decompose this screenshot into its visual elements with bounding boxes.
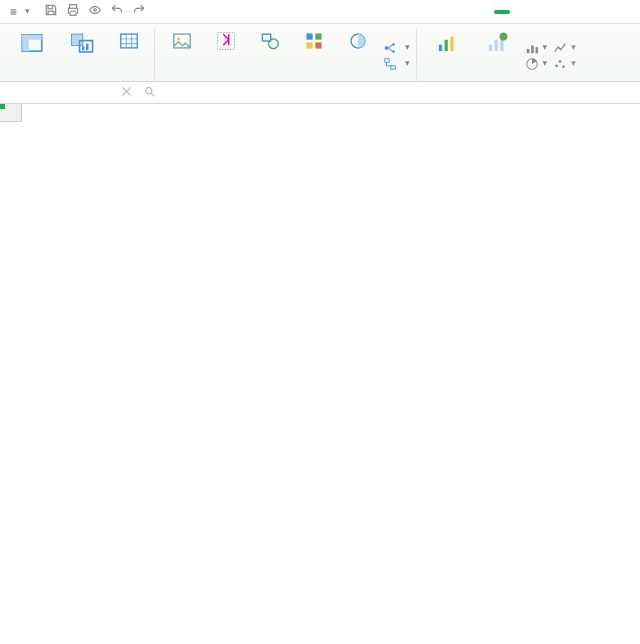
chart-type-4[interactable]: ▾: [553, 57, 576, 71]
file-menu[interactable]: ≡ ▾: [4, 5, 36, 19]
online-chart-button[interactable]: [475, 28, 519, 81]
title-bar: ≡ ▾: [0, 0, 640, 24]
screenshot-button[interactable]: [207, 28, 245, 81]
formula-bar: [0, 82, 640, 104]
search-icon[interactable]: [143, 85, 156, 101]
pivot-chart-button[interactable]: [60, 28, 104, 81]
chevron-down-icon: ▾: [25, 6, 30, 17]
redo-icon[interactable]: [132, 3, 146, 20]
chart-types-stack2: ▾ ▾: [553, 28, 576, 81]
chart-type-3[interactable]: ▾: [553, 41, 576, 55]
ribbon-group-pivot: [4, 28, 155, 81]
mindmap-button[interactable]: ▾: [383, 41, 410, 55]
cancel-icon[interactable]: [120, 85, 133, 101]
all-charts-button[interactable]: [425, 28, 469, 81]
menu-icon: ≡: [10, 5, 17, 19]
tab-insert[interactable]: [494, 10, 510, 14]
ribbon-tabs: [476, 0, 636, 23]
chart-type-1[interactable]: ▾: [525, 41, 548, 55]
pivot-table-button[interactable]: [10, 28, 54, 81]
flowchart-button[interactable]: ▾: [383, 57, 410, 71]
smartart-button[interactable]: [339, 28, 377, 81]
ribbon-group-illustrations: ▾ ▾: [157, 28, 417, 81]
undo-icon[interactable]: [110, 3, 124, 20]
save-icon[interactable]: [44, 3, 58, 20]
table-button[interactable]: [110, 28, 148, 81]
quick-access-toolbar: [44, 3, 146, 20]
ribbon-group-charts: ▾ ▾ ▾ ▾: [419, 28, 582, 81]
select-all-corner[interactable]: [0, 104, 22, 122]
ribbon-stack-diagrams: ▾ ▾: [383, 28, 410, 81]
formula-bar-icons: [110, 85, 176, 101]
chart-types-stack: ▾ ▾: [525, 28, 548, 81]
preview-icon[interactable]: [88, 3, 102, 20]
chart-type-2[interactable]: ▾: [525, 57, 548, 71]
icons-button[interactable]: [295, 28, 333, 81]
print-icon[interactable]: [66, 3, 80, 20]
worksheet[interactable]: [0, 104, 640, 644]
picture-button[interactable]: [163, 28, 201, 81]
ribbon: ▾ ▾ ▾ ▾ ▾ ▾: [0, 24, 640, 82]
shapes-button[interactable]: [251, 28, 289, 81]
